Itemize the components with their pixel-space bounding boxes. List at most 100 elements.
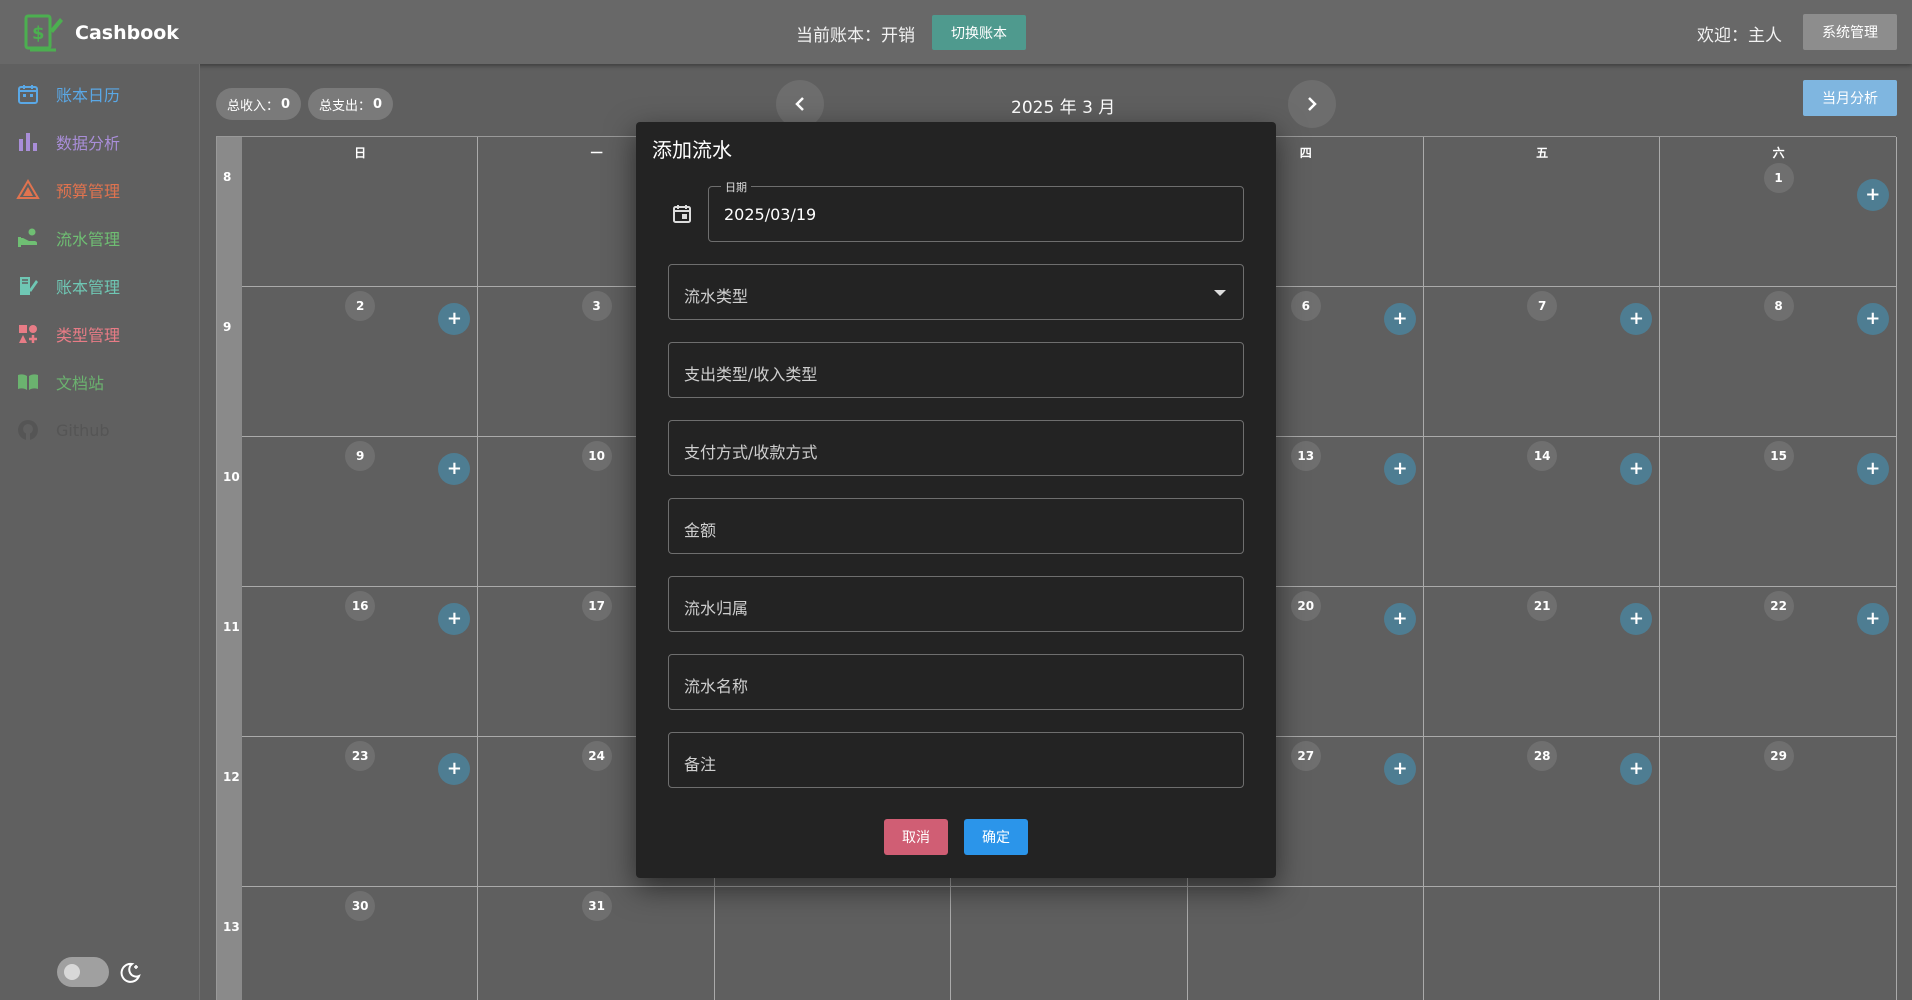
hand-coin-icon bbox=[18, 228, 37, 247]
calendar-day-cell[interactable]: 29 bbox=[1660, 737, 1897, 887]
current-book-label: 当前账本：开销 bbox=[796, 26, 915, 46]
sidebar-item-books[interactable]: 账本管理 bbox=[0, 266, 200, 306]
add-flow-button[interactable]: + bbox=[1856, 179, 1889, 211]
add-flow-button[interactable]: + bbox=[1383, 453, 1416, 485]
calendar-day-cell[interactable]: 15 + bbox=[1660, 437, 1897, 587]
day-number: 1 bbox=[1763, 163, 1794, 193]
expense-value: 0 bbox=[373, 96, 383, 112]
add-flow-button[interactable]: + bbox=[1856, 453, 1889, 485]
calendar-day-cell[interactable]: 31 bbox=[478, 887, 715, 1000]
bar-chart-icon bbox=[19, 133, 37, 151]
book-edit-icon bbox=[20, 277, 38, 295]
sidebar-item-flow[interactable]: 流水管理 bbox=[0, 218, 200, 258]
add-flow-button[interactable]: + bbox=[1383, 603, 1416, 635]
add-flow-button[interactable]: + bbox=[1383, 753, 1416, 785]
amount-placeholder: 金额 bbox=[684, 521, 717, 540]
day-number: 8 bbox=[1763, 291, 1794, 321]
week-number: 8 bbox=[223, 170, 232, 184]
day-number: 29 bbox=[1763, 741, 1794, 771]
flow-type-select[interactable]: 流水类型 bbox=[668, 264, 1244, 320]
day-number: 7 bbox=[1527, 291, 1558, 321]
prev-month-button[interactable] bbox=[776, 80, 824, 128]
flow-name-field[interactable]: 流水名称 bbox=[668, 654, 1244, 710]
calendar-day-cell bbox=[951, 887, 1188, 1000]
calendar-day-cell[interactable]: 8 + bbox=[1660, 287, 1897, 437]
calendar-day-cell bbox=[1660, 887, 1897, 1000]
sidebar-item-docs[interactable]: 文档站 bbox=[0, 362, 200, 402]
day-number: 20 bbox=[1290, 591, 1321, 621]
income-value: 0 bbox=[281, 96, 291, 112]
sidebar-item-github[interactable]: Github bbox=[0, 410, 200, 450]
day-number: 15 bbox=[1763, 441, 1794, 471]
week-number: 10 bbox=[223, 470, 240, 484]
cancel-button[interactable]: 取消 bbox=[884, 819, 948, 855]
date-legend: 日期 bbox=[721, 179, 751, 195]
add-flow-button[interactable]: + bbox=[1620, 453, 1653, 485]
svg-text:$: $ bbox=[32, 23, 45, 44]
add-flow-button[interactable]: + bbox=[1856, 303, 1889, 335]
calendar-day-cell[interactable]: 28 + bbox=[1424, 737, 1661, 887]
system-management-button[interactable]: 系统管理 bbox=[1803, 14, 1897, 50]
day-number: 24 bbox=[581, 741, 612, 771]
add-flow-button[interactable]: + bbox=[438, 453, 471, 485]
calendar-day-cell[interactable]: 22 + bbox=[1660, 587, 1897, 737]
amount-field[interactable]: 金额 bbox=[668, 498, 1244, 554]
calendar-day-cell[interactable]: 2 + bbox=[242, 287, 479, 437]
payment-field[interactable]: 支付方式/收款方式 bbox=[668, 420, 1244, 476]
chevron-left-icon bbox=[795, 97, 804, 111]
calendar-day-cell[interactable]: 9 + bbox=[242, 437, 479, 587]
day-number: 17 bbox=[581, 591, 612, 621]
add-flow-button[interactable]: + bbox=[438, 303, 471, 335]
moon-icon bbox=[120, 962, 141, 983]
chevron-down-icon bbox=[1214, 290, 1226, 296]
add-flow-button[interactable]: + bbox=[1620, 603, 1653, 635]
calendar-day-cell[interactable]: 1 + bbox=[1660, 137, 1897, 287]
add-flow-button[interactable]: + bbox=[438, 603, 471, 635]
owner-placeholder: 流水归属 bbox=[684, 599, 749, 618]
income-label: 总收入： bbox=[227, 98, 280, 114]
switch-book-button[interactable]: 切换账本 bbox=[932, 15, 1026, 50]
add-flow-button[interactable]: + bbox=[1620, 303, 1653, 335]
note-field[interactable]: 备注 bbox=[668, 732, 1244, 788]
sidebar-item-label: 流水管理 bbox=[56, 230, 121, 249]
date-value: 2025/03/19 bbox=[724, 205, 817, 224]
owner-field[interactable]: 流水归属 bbox=[668, 576, 1244, 632]
sidebar-item-label: 账本管理 bbox=[56, 278, 121, 297]
calendar-day-cell[interactable]: 7 + bbox=[1424, 287, 1661, 437]
sidebar-item-label: 预算管理 bbox=[56, 182, 121, 201]
dialog-title: 添加流水 bbox=[652, 138, 732, 162]
day-number: 10 bbox=[581, 441, 612, 471]
theme-toggle[interactable] bbox=[57, 957, 109, 987]
day-number: 30 bbox=[345, 891, 376, 921]
add-flow-button[interactable]: + bbox=[438, 753, 471, 785]
flow-name-placeholder: 流水名称 bbox=[684, 677, 749, 696]
calendar-day-cell[interactable]: 21 + bbox=[1424, 587, 1661, 737]
confirm-button[interactable]: 确定 bbox=[964, 819, 1028, 855]
add-flow-button[interactable]: + bbox=[1856, 603, 1889, 635]
sidebar-item-types[interactable]: 类型管理 bbox=[0, 314, 200, 354]
calendar-day-cell[interactable]: 14 + bbox=[1424, 437, 1661, 587]
sidebar-item-calendar[interactable]: 账本日历 bbox=[0, 74, 200, 114]
add-flow-button[interactable]: + bbox=[1383, 303, 1416, 335]
sidebar-item-budget[interactable]: 预算管理 bbox=[0, 170, 200, 210]
day-number: 13 bbox=[1290, 441, 1321, 471]
calendar-icon bbox=[18, 85, 38, 104]
calendar-day-cell bbox=[1188, 887, 1424, 1000]
app-brand: Cashbook bbox=[75, 22, 179, 44]
day-number: 28 bbox=[1527, 741, 1558, 771]
cashbook-logo-icon: $ bbox=[24, 14, 63, 52]
calendar-day-cell[interactable]: 16 + bbox=[242, 587, 479, 737]
add-flow-button[interactable]: + bbox=[1620, 753, 1653, 785]
shapes-icon bbox=[19, 325, 37, 343]
category-field[interactable]: 支出类型/收入类型 bbox=[668, 342, 1244, 398]
date-field[interactable]: 日期 2025/03/19 bbox=[708, 179, 1244, 242]
month-analysis-button[interactable]: 当月分析 bbox=[1803, 80, 1897, 116]
next-month-button[interactable] bbox=[1288, 80, 1336, 128]
calendar-day-cell[interactable]: 23 + bbox=[242, 737, 479, 887]
sidebar-item-label: 数据分析 bbox=[56, 134, 121, 153]
day-number: 16 bbox=[345, 591, 376, 621]
day-number: 31 bbox=[581, 891, 612, 921]
payment-placeholder: 支付方式/收款方式 bbox=[684, 443, 818, 462]
sidebar-item-analysis[interactable]: 数据分析 bbox=[0, 122, 200, 162]
calendar-day-cell[interactable]: 30 bbox=[242, 887, 479, 1000]
